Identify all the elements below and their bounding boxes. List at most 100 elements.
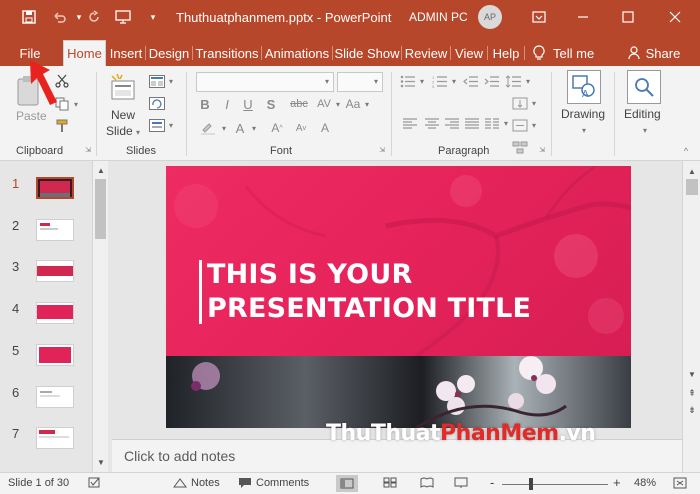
slide-sorter-icon[interactable]	[383, 477, 397, 488]
redo-icon[interactable]	[85, 8, 103, 26]
change-case-dropdown-icon[interactable]: ▾	[363, 100, 371, 109]
reading-view-icon[interactable]	[420, 477, 434, 488]
layout-icon[interactable]	[149, 74, 165, 88]
reset-slide-icon[interactable]	[149, 96, 165, 110]
tab-view[interactable]: View	[452, 40, 486, 66]
paragraph-dialog-launcher-icon[interactable]: ⇲	[538, 146, 546, 154]
numbering-icon[interactable]: 123	[432, 74, 448, 88]
close-button[interactable]	[660, 4, 690, 30]
increase-indent-icon[interactable]	[484, 74, 500, 88]
bold-icon[interactable]: B	[198, 96, 212, 112]
font-color-dropdown-icon[interactable]: ▾	[250, 124, 258, 133]
zoom-slider-thumb[interactable]	[529, 478, 533, 490]
line-spacing-dropdown-icon[interactable]: ▾	[524, 77, 532, 86]
comments-button[interactable]: Comments	[238, 477, 309, 489]
start-slideshow-icon[interactable]	[114, 8, 132, 26]
next-slide-icon[interactable]: ⇟	[685, 403, 699, 417]
tab-slide-show[interactable]: Slide Show	[334, 40, 400, 66]
tab-transitions[interactable]: Transitions	[194, 40, 260, 66]
previous-slide-icon[interactable]: ⇞	[685, 386, 699, 400]
align-text-dropdown-icon[interactable]: ▾	[530, 121, 538, 130]
zoom-in-button[interactable]: +	[613, 475, 621, 490]
format-painter-icon[interactable]	[54, 118, 70, 134]
user-name[interactable]: ADMIN PC	[409, 10, 468, 24]
avatar[interactable]: AP	[478, 5, 502, 29]
bullets-icon[interactable]	[400, 74, 416, 88]
drawing-icon[interactable]: A	[567, 70, 601, 104]
new-slide-dropdown-icon[interactable]: ▾	[134, 128, 142, 137]
strikethrough-icon[interactable]: abc	[288, 96, 310, 112]
thumbnails-scrollbar[interactable]: ▲ ▼	[92, 161, 108, 472]
fit-slide-icon[interactable]	[673, 477, 687, 489]
columns-icon[interactable]	[484, 116, 500, 130]
justify-icon[interactable]	[464, 116, 480, 130]
paste-label[interactable]: Paste	[16, 109, 47, 123]
character-spacing-dropdown-icon[interactable]: ▾	[334, 100, 342, 109]
character-spacing-icon[interactable]: AV	[316, 96, 332, 112]
tab-animations[interactable]: Animations	[263, 40, 331, 66]
font-name-dropdown-icon[interactable]: ▾	[322, 76, 332, 86]
zoom-slider-track[interactable]	[502, 484, 608, 485]
maximize-button[interactable]	[613, 4, 643, 30]
tab-home[interactable]: Home	[63, 40, 106, 66]
slide-canvas[interactable]: THIS IS YOUR PRESENTATION TITLE	[166, 166, 631, 428]
align-right-icon[interactable]	[444, 116, 460, 130]
slide-thumbnail-2[interactable]	[36, 219, 74, 241]
columns-dropdown-icon[interactable]: ▾	[502, 119, 510, 128]
change-case-icon[interactable]: Aa	[345, 96, 361, 112]
align-text-icon[interactable]	[512, 118, 528, 132]
bullets-dropdown-icon[interactable]: ▾	[418, 77, 426, 86]
slide-scrollbar[interactable]: ▲ ▼ ⇞ ⇟	[682, 161, 700, 472]
tab-help[interactable]: Help	[489, 40, 523, 66]
new-slide-label[interactable]: New	[111, 108, 135, 122]
font-size-dropdown-icon[interactable]: ▾	[371, 76, 381, 86]
zoom-out-button[interactable]: -	[490, 475, 494, 490]
ribbon-display-options-icon[interactable]	[524, 4, 554, 30]
new-slide-icon[interactable]	[108, 72, 140, 104]
scroll-thumb[interactable]	[686, 179, 698, 195]
drawing-dropdown-icon[interactable]: ▾	[580, 126, 588, 135]
slide-thumbnail-6[interactable]	[36, 386, 74, 408]
slide-thumbnail-1[interactable]	[36, 177, 74, 199]
new-slide-label-2[interactable]: Slide	[106, 124, 133, 138]
notes-button[interactable]: Notes	[173, 477, 220, 489]
share-button[interactable]: Share	[626, 40, 682, 66]
section-dropdown-icon[interactable]: ▾	[167, 121, 175, 130]
slide-thumbnail-3[interactable]	[36, 260, 74, 282]
align-center-icon[interactable]	[424, 116, 440, 130]
slide-thumbnail-4[interactable]	[36, 302, 74, 324]
tab-design[interactable]: Design	[147, 40, 191, 66]
zoom-level[interactable]: 48%	[634, 477, 656, 489]
scroll-down-icon[interactable]: ▼	[685, 367, 699, 381]
minimize-button[interactable]	[568, 4, 598, 30]
scroll-thumb[interactable]	[95, 179, 106, 239]
editing-dropdown-icon[interactable]: ▾	[641, 126, 649, 135]
increase-font-size-icon[interactable]: A ^	[266, 120, 288, 136]
decrease-font-size-icon[interactable]: Av	[290, 120, 312, 136]
collapse-ribbon-icon[interactable]: ^	[680, 146, 692, 156]
font-dialog-launcher-icon[interactable]: ⇲	[378, 146, 386, 154]
font-color-icon[interactable]: A	[232, 120, 248, 136]
copy-dropdown-icon[interactable]: ▾	[72, 100, 80, 109]
highlight-dropdown-icon[interactable]: ▾	[220, 124, 228, 133]
underline-icon[interactable]: U	[241, 96, 255, 112]
clear-formatting-icon[interactable]: A	[314, 120, 336, 136]
italic-icon[interactable]: I	[220, 96, 234, 112]
undo-icon[interactable]	[50, 8, 68, 26]
tell-me-search[interactable]: Tell me	[533, 40, 603, 66]
spell-check-icon[interactable]	[88, 477, 102, 489]
section-icon[interactable]	[149, 118, 165, 132]
slide-title-line-2[interactable]: PRESENTATION TITLE	[207, 293, 531, 324]
scroll-up-icon[interactable]: ▲	[94, 163, 108, 177]
smartart-icon[interactable]	[512, 140, 528, 154]
tab-insert[interactable]: Insert	[108, 40, 144, 66]
align-left-icon[interactable]	[402, 116, 418, 130]
scroll-down-icon[interactable]: ▼	[94, 455, 108, 469]
scroll-up-icon[interactable]: ▲	[685, 164, 699, 178]
text-shadow-icon[interactable]: S	[264, 96, 278, 112]
normal-view-icon[interactable]	[336, 475, 358, 492]
text-direction-dropdown-icon[interactable]: ▾	[530, 99, 538, 108]
editing-label[interactable]: Editing	[624, 107, 661, 121]
notes-placeholder[interactable]: Click to add notes	[124, 448, 235, 464]
font-name-dropdown[interactable]	[196, 72, 334, 92]
